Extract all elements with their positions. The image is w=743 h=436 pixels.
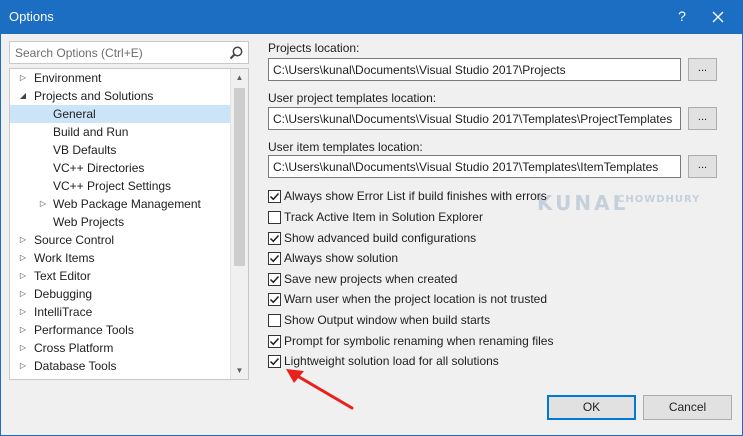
tree-rows: ▷ Environment ◢ Projects and Solutions Gener… bbox=[10, 69, 231, 379]
tree-item-label: Cross Platform bbox=[34, 341, 114, 355]
tree-item[interactable]: ▷ Web Package Management bbox=[10, 195, 231, 213]
option-label: Always show Error List if build finishes… bbox=[284, 189, 547, 203]
tree-item-label: Work Items bbox=[34, 251, 95, 265]
tree-item-label: IntelliTrace bbox=[34, 305, 93, 319]
user-project-templates-field[interactable] bbox=[268, 107, 681, 130]
tree-item-label: Debugging bbox=[34, 287, 93, 301]
projects-location-browse-button[interactable]: ... bbox=[688, 58, 717, 81]
tree-item[interactable]: ◢ Projects and Solutions bbox=[10, 87, 231, 105]
tree-item[interactable]: ▷ Debugging bbox=[10, 285, 231, 303]
option-label: Always show solution bbox=[284, 251, 399, 265]
ok-button[interactable]: OK bbox=[547, 395, 636, 420]
option-label: Show advanced build configurations bbox=[284, 231, 477, 245]
user-item-templates-input[interactable] bbox=[269, 156, 680, 177]
tree-item-label: Web Package Management bbox=[53, 197, 201, 211]
projects-location-field[interactable] bbox=[268, 58, 681, 81]
tree-item-label: Web Projects bbox=[53, 215, 125, 229]
option-label: Save new projects when created bbox=[284, 272, 458, 286]
watermark-line1: KUNAL bbox=[537, 191, 628, 215]
tree-item-label: NuGet Package Manager bbox=[34, 375, 169, 379]
option-label: Show Output window when build starts bbox=[284, 313, 491, 327]
projects-location-input[interactable] bbox=[269, 59, 680, 80]
scroll-up-icon[interactable]: ▲ bbox=[231, 69, 248, 86]
user-item-templates-browse-button[interactable]: ... bbox=[688, 155, 717, 178]
tree-item-label: Text Editor bbox=[34, 269, 91, 283]
expanded-arrow-icon[interactable]: ◢ bbox=[18, 87, 28, 105]
help-button[interactable]: ? bbox=[672, 8, 692, 24]
close-button[interactable] bbox=[701, 2, 735, 32]
collapsed-arrow-icon[interactable]: ▷ bbox=[18, 321, 28, 339]
tree-item-label: General bbox=[53, 107, 96, 121]
tree-item[interactable]: ▷ Environment bbox=[10, 69, 231, 87]
tree-item[interactable]: ▷ Work Items bbox=[10, 249, 231, 267]
user-project-templates-label: User project templates location: bbox=[268, 91, 437, 105]
search-input[interactable] bbox=[10, 42, 220, 63]
search-icon[interactable] bbox=[228, 45, 244, 61]
collapsed-arrow-icon[interactable]: ▷ bbox=[18, 285, 28, 303]
tree-item[interactable]: VC++ Directories bbox=[10, 159, 231, 177]
scroll-down-icon[interactable]: ▼ bbox=[231, 362, 248, 379]
checked-checkbox-icon[interactable] bbox=[268, 232, 281, 245]
collapsed-arrow-icon[interactable]: ▷ bbox=[18, 267, 28, 285]
tree-item[interactable]: VC++ Project Settings bbox=[10, 177, 231, 195]
checked-checkbox-icon[interactable] bbox=[268, 335, 281, 348]
checked-checkbox-icon[interactable] bbox=[268, 252, 281, 265]
tree-item[interactable]: Build and Run bbox=[10, 123, 231, 141]
unchecked-checkbox-icon[interactable] bbox=[268, 211, 281, 224]
tree-item-label: Projects and Solutions bbox=[34, 89, 154, 103]
tree-scrollbar[interactable]: ▲ ▼ bbox=[230, 69, 248, 379]
tree-item-label: Source Control bbox=[34, 233, 115, 247]
collapsed-arrow-icon[interactable]: ▷ bbox=[18, 303, 28, 321]
checked-checkbox-icon[interactable] bbox=[268, 293, 281, 306]
collapsed-arrow-icon[interactable]: ▷ bbox=[38, 195, 48, 213]
watermark-line2: CHOWDHURY bbox=[617, 194, 700, 205]
tree-item[interactable]: Web Projects bbox=[10, 213, 231, 231]
tree-item[interactable]: ▷ Performance Tools bbox=[10, 321, 231, 339]
annotation-arrow bbox=[286, 369, 354, 410]
tree-item[interactable]: General bbox=[10, 105, 231, 123]
tree-item[interactable]: ▷ Text Editor bbox=[10, 267, 231, 285]
watermark-logo: KUNAL CHOWDHURY bbox=[537, 191, 700, 215]
tree-item-label: VC++ Directories bbox=[53, 161, 145, 175]
tree-item[interactable]: VB Defaults bbox=[10, 141, 231, 159]
tree-item-label: Environment bbox=[34, 71, 102, 85]
tree-item-label: VC++ Project Settings bbox=[53, 179, 172, 193]
search-box[interactable] bbox=[9, 41, 249, 64]
window-title: Options bbox=[9, 9, 54, 24]
tree-item[interactable]: ▷ IntelliTrace bbox=[10, 303, 231, 321]
collapsed-arrow-icon[interactable]: ▷ bbox=[18, 231, 28, 249]
collapsed-arrow-icon[interactable]: ▷ bbox=[18, 69, 28, 87]
tree-item-label: Build and Run bbox=[53, 125, 129, 139]
checked-checkbox-icon[interactable] bbox=[268, 273, 281, 286]
tree-item[interactable]: ▷ Cross Platform bbox=[10, 339, 231, 357]
user-item-templates-field[interactable] bbox=[268, 155, 681, 178]
user-project-templates-browse-button[interactable]: ... bbox=[688, 107, 717, 130]
projects-location-label: Projects location: bbox=[268, 41, 360, 55]
scroll-thumb[interactable] bbox=[234, 88, 245, 266]
option-label: Prompt for symbolic renaming when renami… bbox=[284, 334, 554, 348]
tree-item[interactable]: ▷ Source Control bbox=[10, 231, 231, 249]
unchecked-checkbox-icon[interactable] bbox=[268, 314, 281, 327]
tree-item-label: Database Tools bbox=[34, 359, 117, 373]
checked-checkbox-icon[interactable] bbox=[268, 190, 281, 203]
option-label: Warn user when the project location is n… bbox=[284, 292, 548, 306]
close-icon bbox=[712, 11, 724, 23]
options-tree: ▷ Environment ◢ Projects and Solutions Gener… bbox=[9, 68, 249, 380]
tree-item[interactable]: ▷ NuGet Package Manager bbox=[10, 375, 231, 379]
cancel-button[interactable]: Cancel bbox=[643, 395, 732, 420]
collapsed-arrow-icon[interactable]: ▷ bbox=[18, 249, 28, 267]
tree-item-label: Performance Tools bbox=[34, 323, 134, 337]
collapsed-arrow-icon[interactable]: ▷ bbox=[18, 357, 28, 375]
collapsed-arrow-icon[interactable]: ▷ bbox=[18, 375, 28, 379]
collapsed-arrow-icon[interactable]: ▷ bbox=[18, 339, 28, 357]
tree-item-label: VB Defaults bbox=[53, 143, 117, 157]
option-label: Track Active Item in Solution Explorer bbox=[284, 210, 483, 224]
user-project-templates-input[interactable] bbox=[269, 108, 680, 129]
user-item-templates-label: User item templates location: bbox=[268, 140, 423, 154]
title-bar: Options ? bbox=[0, 0, 743, 34]
tree-item[interactable]: ▷ Database Tools bbox=[10, 357, 231, 375]
